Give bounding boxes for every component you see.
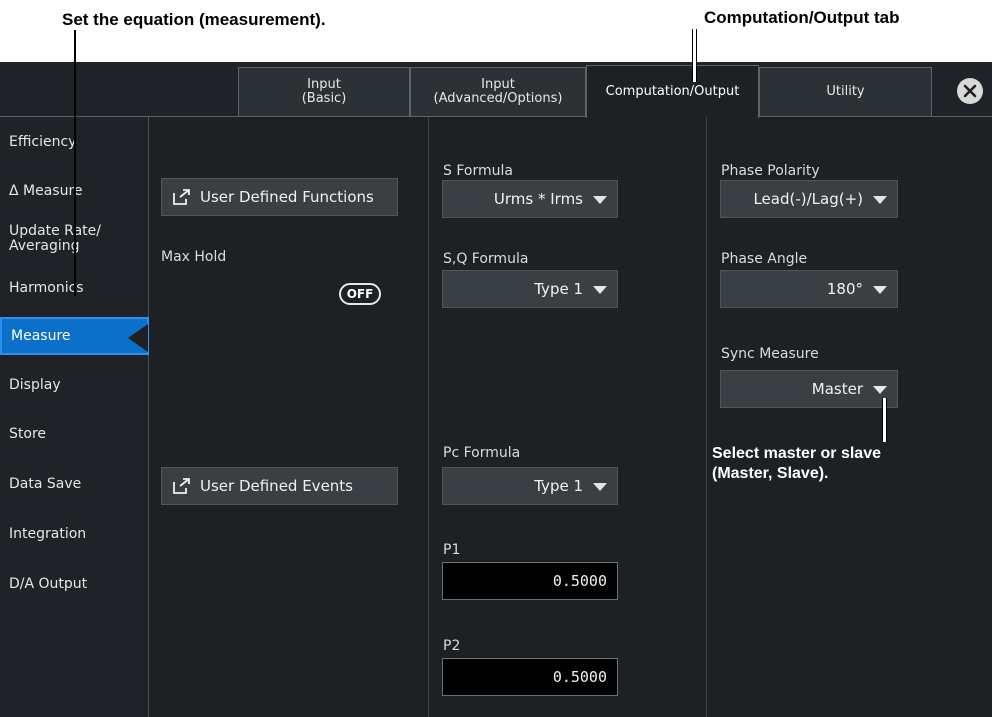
- user-defined-functions-button[interactable]: User Defined Functions: [161, 178, 398, 216]
- equation-callout: Set the equation (measurement).: [62, 10, 326, 29]
- sidebar-item-label: Integration: [9, 525, 87, 542]
- dropdown-value: 180°: [826, 280, 863, 298]
- dropdown-value: Master: [811, 380, 863, 398]
- p2-input[interactable]: 0.5000: [442, 658, 618, 696]
- sidebar-item-label: Data Save: [9, 475, 82, 492]
- sync-callout-line1: Select master or slave: [712, 445, 881, 462]
- p1-input[interactable]: 0.5000: [442, 562, 618, 600]
- tab-label: Input (Basic): [301, 77, 347, 106]
- p1-label: P1: [443, 542, 461, 558]
- sidebar-item-label: D/A Output: [9, 575, 88, 592]
- chevron-down-icon: [873, 196, 887, 204]
- sidebar-item-label: Harmonics: [9, 279, 84, 296]
- sync-callout-line2: (Master, Slave).: [712, 465, 829, 482]
- phase-polarity-dropdown[interactable]: Lead(-)/Lag(+): [720, 180, 898, 218]
- tab-computation-output[interactable]: Computation/Output: [586, 65, 759, 118]
- dropdown-value: Lead(-)/Lag(+): [753, 190, 863, 208]
- sync-measure-label: Sync Measure: [721, 346, 819, 362]
- sq-formula-dropdown[interactable]: Type 1: [442, 270, 618, 308]
- column-divider: [428, 117, 429, 717]
- sidebar-item-integration[interactable]: Integration: [0, 515, 149, 553]
- tab-utility[interactable]: Utility: [759, 67, 932, 117]
- chevron-down-icon: [873, 286, 887, 294]
- chevron-down-icon: [873, 386, 887, 394]
- sidebar-item-da-output[interactable]: D/A Output: [0, 565, 149, 603]
- close-icon[interactable]: [957, 78, 983, 104]
- phase-polarity-label: Phase Polarity: [721, 163, 820, 179]
- app-screen: Input (Basic) Input (Advanced/Options) C…: [0, 62, 992, 717]
- selection-notch: [128, 324, 148, 352]
- sidebar-item-data-save[interactable]: Data Save: [0, 465, 149, 503]
- pc-formula-dropdown[interactable]: Type 1: [442, 467, 618, 505]
- phase-angle-label: Phase Angle: [721, 251, 808, 267]
- sidebar-item-store[interactable]: Store: [0, 415, 149, 453]
- s-formula-dropdown[interactable]: Urms * Irms: [442, 180, 618, 218]
- max-hold-toggle[interactable]: OFF: [339, 283, 381, 305]
- dropdown-value: Urms * Irms: [493, 190, 583, 208]
- phase-angle-dropdown[interactable]: 180°: [720, 270, 898, 308]
- tab-input-basic[interactable]: Input (Basic): [238, 67, 410, 117]
- dropdown-value: Type 1: [534, 477, 583, 495]
- sidebar-item-label: Δ Measure: [9, 182, 83, 199]
- sidebar-item-measure[interactable]: Measure: [0, 317, 149, 355]
- sidebar-item-label: Display: [9, 376, 61, 393]
- tab-label: Utility: [826, 84, 865, 99]
- sidebar-item-label: Store: [9, 425, 47, 442]
- pc-formula-label: Pc Formula: [443, 445, 521, 461]
- button-label: User Defined Functions: [200, 188, 374, 206]
- max-hold-label: Max Hold: [161, 249, 227, 265]
- sidebar-item-label: Measure: [11, 327, 71, 344]
- external-link-icon: [172, 477, 192, 495]
- tab-bar: Input (Basic) Input (Advanced/Options) C…: [0, 62, 992, 118]
- sync-measure-dropdown[interactable]: Master: [720, 370, 898, 408]
- external-link-icon: [172, 188, 192, 206]
- user-defined-events-button[interactable]: User Defined Events: [161, 467, 398, 505]
- tab-leader-line: [692, 29, 697, 82]
- dropdown-value: Type 1: [534, 280, 583, 298]
- tab-label: Input (Advanced/Options): [433, 77, 563, 106]
- s-formula-label: S Formula: [443, 163, 513, 179]
- tab-callout: Computation/Output tab: [704, 8, 900, 27]
- chevron-down-icon: [593, 483, 607, 491]
- tab-label: Computation/Output: [605, 84, 740, 99]
- chevron-down-icon: [593, 286, 607, 294]
- column-divider: [706, 117, 707, 717]
- button-label: User Defined Events: [200, 477, 353, 495]
- equation-leader-line: [74, 30, 76, 296]
- sync-leader-line: [882, 398, 887, 442]
- sidebar-item-display[interactable]: Display: [0, 366, 149, 404]
- sidebar-item-label: Efficiency: [9, 133, 77, 150]
- sidebar-item-label: Update Rate/ Averaging: [9, 223, 101, 254]
- p2-label: P2: [443, 638, 461, 654]
- chevron-down-icon: [593, 196, 607, 204]
- sq-formula-label: S,Q Formula: [443, 251, 529, 267]
- tab-input-advanced[interactable]: Input (Advanced/Options): [410, 67, 586, 117]
